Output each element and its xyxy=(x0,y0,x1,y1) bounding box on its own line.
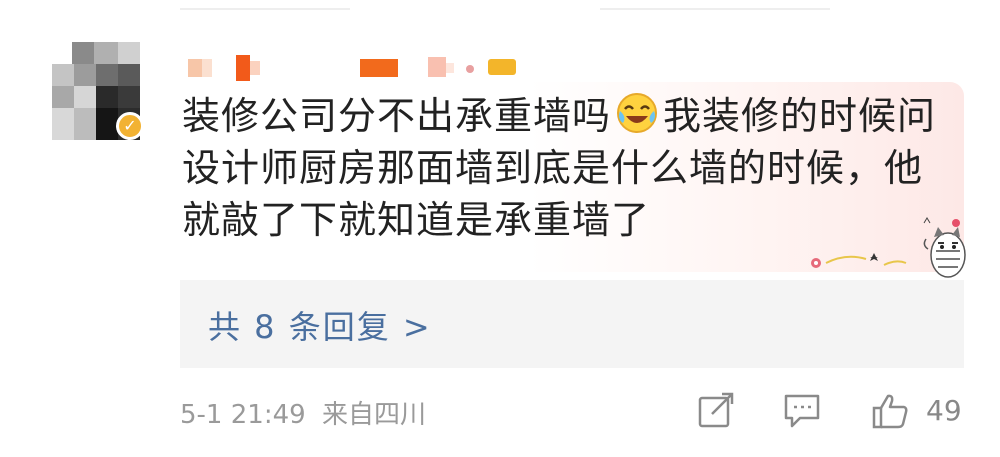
comment-meta: 5-1 21:49 来自四川 xyxy=(180,394,426,431)
comment-line-3: 设计师厨房那面墙到底是什么墙的时候，他 xyxy=(182,146,924,190)
divider-top-right xyxy=(600,8,830,10)
view-replies-link[interactable]: 共 8 条回复 > xyxy=(208,302,432,348)
like-count: 49 xyxy=(926,394,962,427)
laughing-crying-emoji-icon xyxy=(615,91,659,135)
comment-line-2: 我装修的时候问 xyxy=(663,94,937,138)
divider-top-left xyxy=(180,8,350,10)
share-icon[interactable] xyxy=(696,392,736,430)
location: 来自四川 xyxy=(321,400,426,430)
comment-icon[interactable] xyxy=(782,392,822,430)
username[interactable] xyxy=(188,55,548,81)
verified-badge-icon: ✓ xyxy=(116,112,144,140)
comment-line-1: 装修公司分不出承重墙吗 xyxy=(182,94,612,138)
cat-sticker-icon xyxy=(800,205,970,285)
timestamp: 5-1 21:49 xyxy=(180,400,306,430)
like-icon[interactable] xyxy=(870,392,910,430)
